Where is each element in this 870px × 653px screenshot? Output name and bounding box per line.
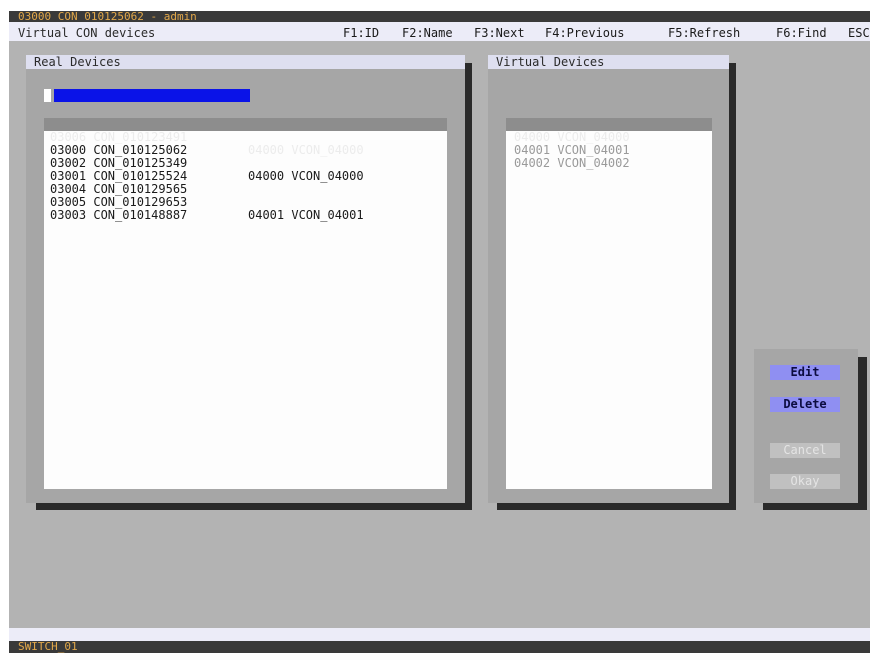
delete-button[interactable]: Delete — [770, 397, 840, 412]
assigned-vcon: 04001 VCON_04001 — [248, 208, 364, 222]
list-item[interactable]: 03003 CON_010148887 — [44, 196, 447, 222]
real-devices-title: Real Devices — [26, 55, 465, 69]
f1-id-key[interactable]: F1:ID — [343, 25, 379, 41]
virtual-devices-list[interactable]: 04000 VCON_04000 04001 VCON_04001 04002 … — [506, 118, 712, 489]
device-id-name: 03003 CON_010148887 — [50, 208, 188, 222]
virtual-device-label: 04002 VCON_04002 — [514, 156, 630, 170]
list-item[interactable]: 03006 CON_010123491 04000 VCON_04000 — [44, 118, 447, 157]
list-item[interactable]: 04002 VCON_04002 — [506, 144, 712, 170]
f6-find-key[interactable]: F6:Find — [776, 25, 827, 41]
virtual-devices-title: Virtual Devices — [488, 55, 729, 69]
real-devices-list[interactable]: 03006 CON_010123491 04000 VCON_04000 030… — [44, 118, 447, 489]
filter-cursor — [44, 89, 51, 102]
f2-name-key[interactable]: F2:Name — [402, 25, 453, 41]
f3-next-key[interactable]: F3:Next — [474, 25, 525, 41]
edit-button[interactable]: Edit — [770, 365, 840, 380]
terminal-screen: 03000 CON_010125062 - admin Virtual CON … — [9, 11, 870, 653]
list-item[interactable]: 03001 CON_010125524 — [44, 157, 447, 183]
page-title: Virtual CON devices — [18, 26, 156, 40]
switch-name: SWITCH_01 — [9, 641, 870, 653]
list-item[interactable]: 03000 CON_010125062 — [44, 131, 447, 157]
cancel-button: Cancel — [770, 443, 840, 458]
f4-previous-key[interactable]: F4:Previous — [545, 25, 624, 41]
list-item[interactable]: 03005 CON_010129653 04001 VCON_04001 — [44, 183, 447, 222]
window-title: 03000 CON_010125062 - admin — [9, 11, 870, 22]
okay-button: Okay — [770, 474, 840, 489]
list-item[interactable]: 04001 VCON_04001 — [506, 131, 712, 157]
device-filter-input[interactable] — [54, 89, 250, 102]
status-bar — [9, 628, 870, 641]
list-item[interactable]: 03002 CON_010125349 04000 VCON_04000 — [44, 144, 447, 183]
f5-refresh-key[interactable]: F5:Refresh — [668, 25, 740, 41]
esc-key[interactable]: ESC — [848, 25, 870, 41]
list-item[interactable]: 04000 VCON_04000 — [506, 118, 712, 144]
list-item[interactable]: 03004 CON_010129565 — [44, 170, 447, 196]
